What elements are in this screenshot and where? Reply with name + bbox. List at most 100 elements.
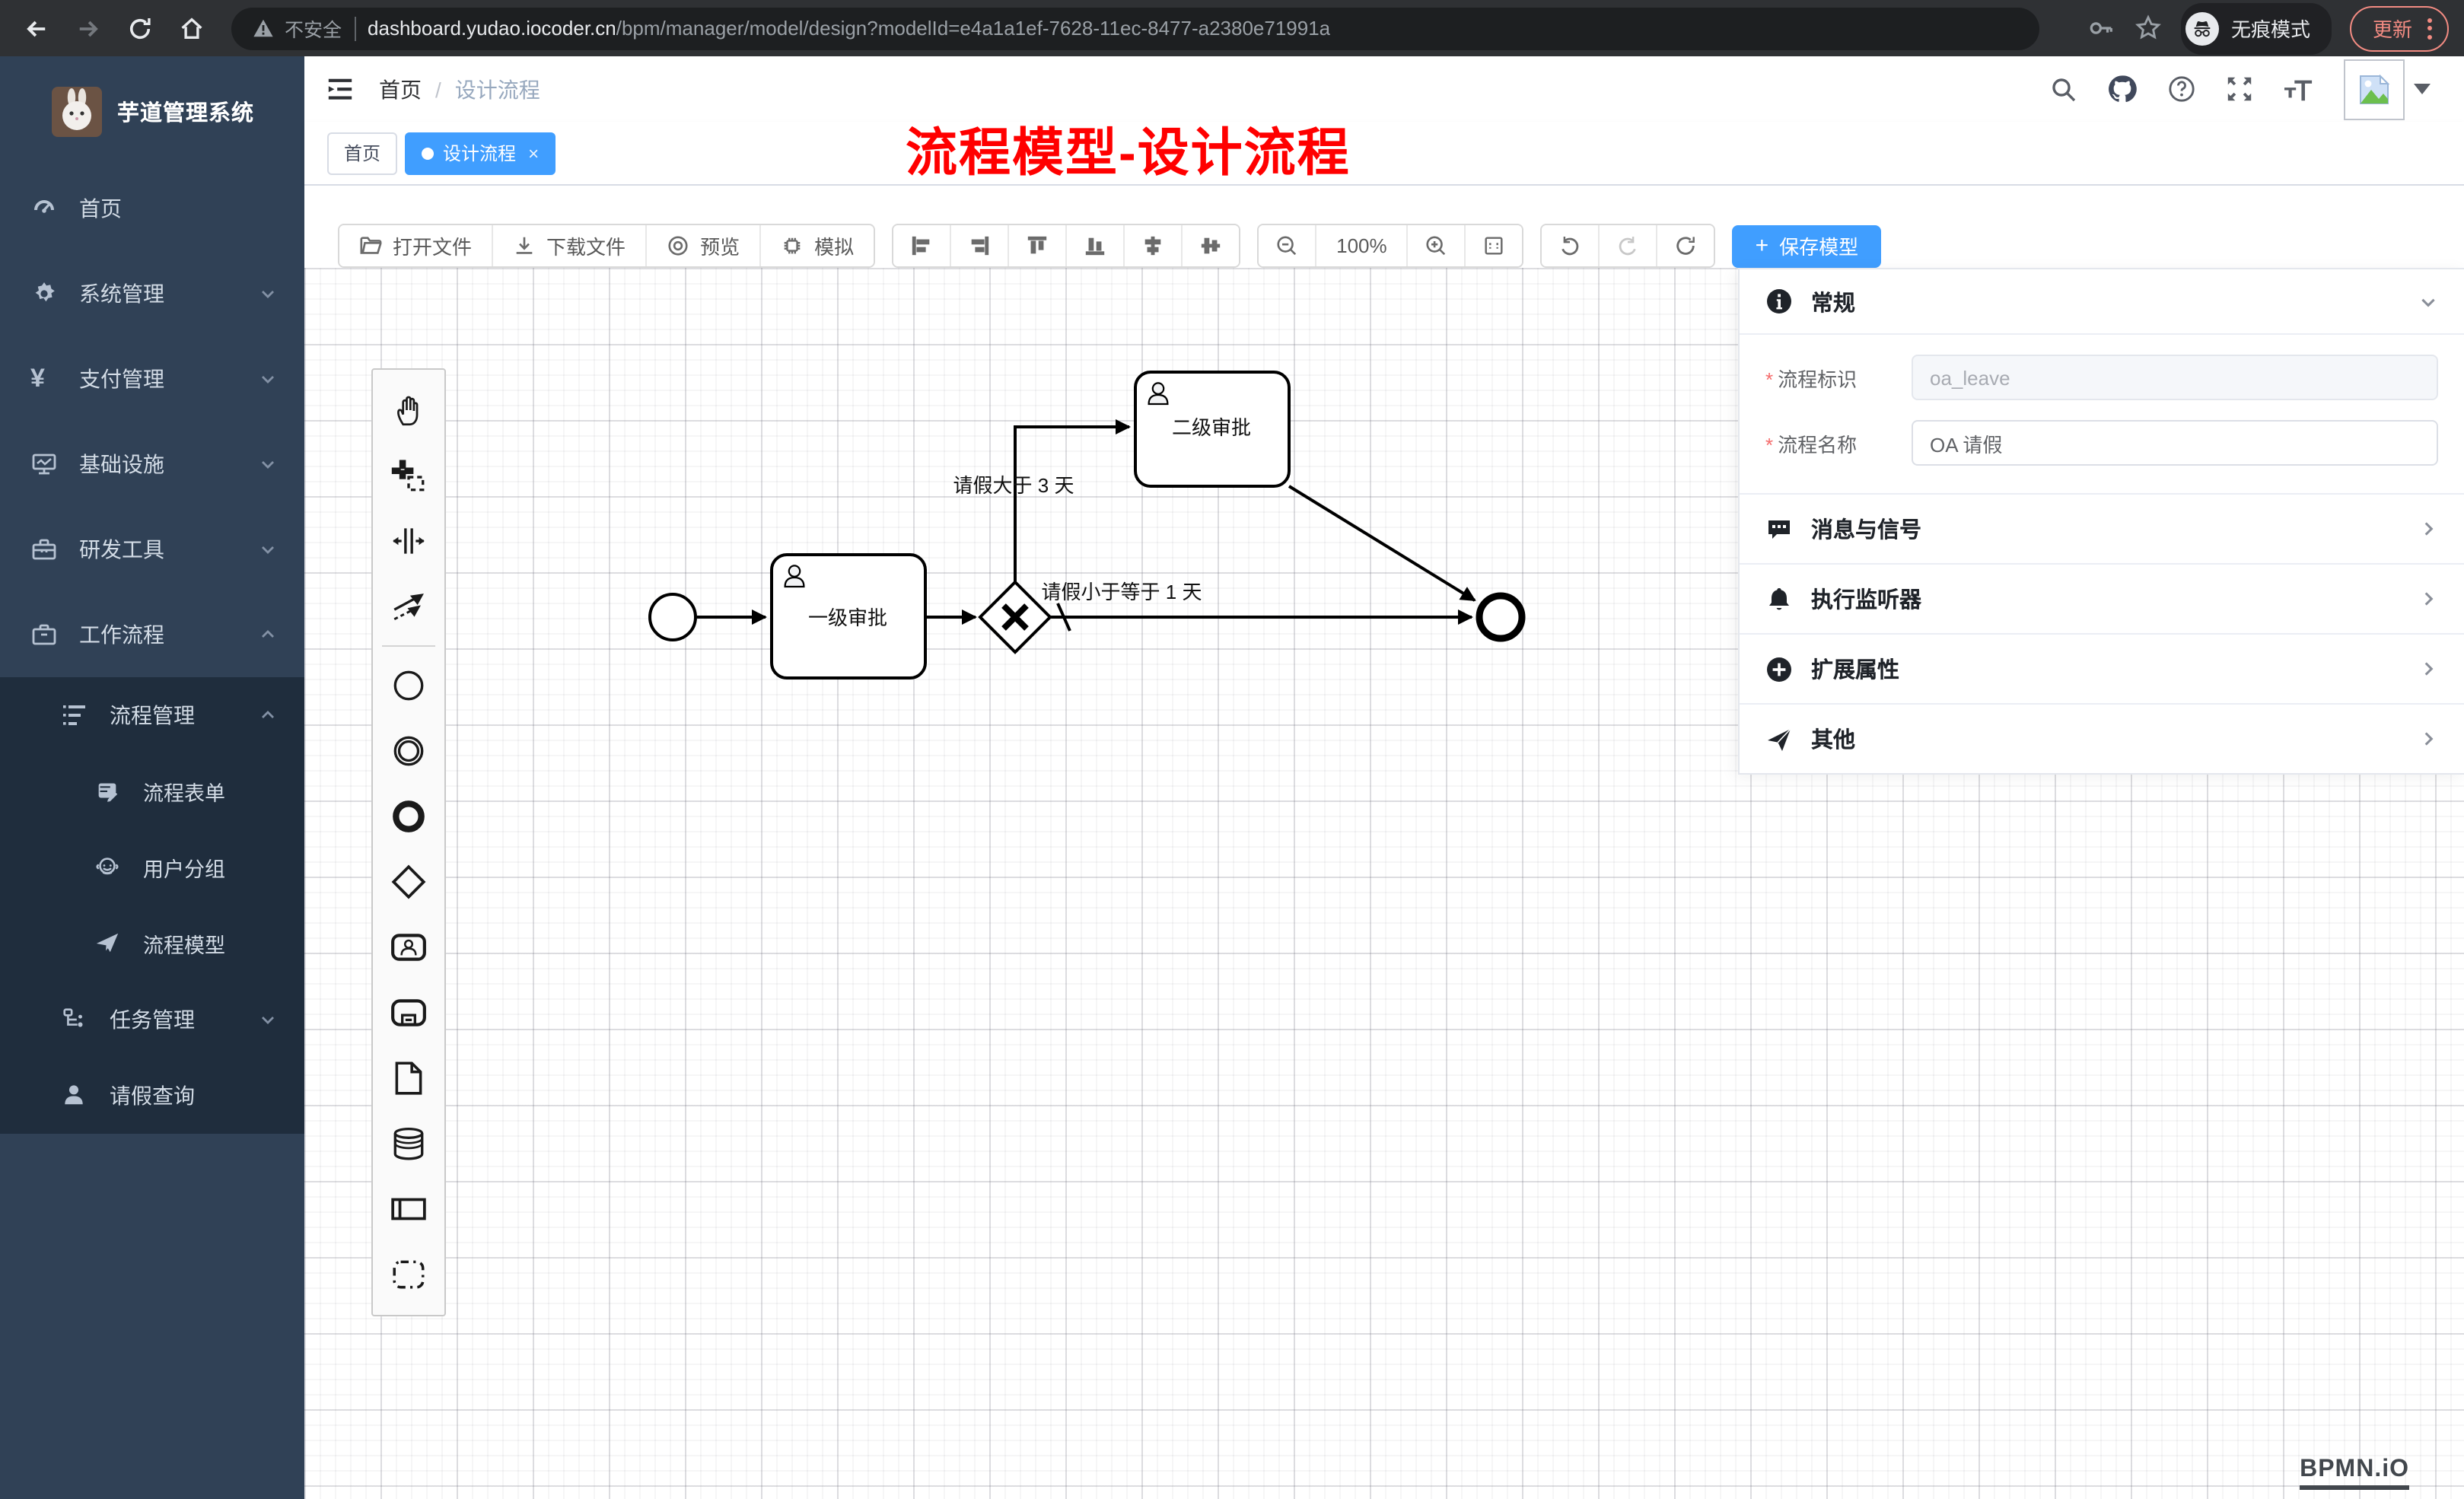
create-intermediate-event[interactable] [373,718,444,784]
end-event[interactable] [1479,596,1522,638]
process-name-label: *流程名称 [1765,428,1912,457]
align-vertical-center-button[interactable] [1125,225,1183,266]
fullscreen-icon[interactable] [2225,75,2254,103]
sidebar-item-system[interactable]: 系统管理 [0,251,304,336]
process-key-input[interactable]: oa_leave [1912,355,2438,400]
reload-icon[interactable] [119,7,161,49]
create-subprocess[interactable] [373,980,444,1045]
create-user-task[interactable] [373,915,444,980]
download-file-button[interactable]: 下载文件 [493,225,647,266]
zoom-out-icon [1275,234,1298,257]
create-data-object[interactable] [373,1045,444,1111]
align-bottom-icon [1084,234,1106,257]
sidebar-item-leave-query[interactable]: 请假查询 [0,1058,304,1134]
font-size-icon[interactable] [2283,75,2315,103]
flow-task2-to-end[interactable] [1289,486,1475,600]
panel-section-extended[interactable]: 扩展属性 [1740,633,2464,703]
hand-tool[interactable] [373,377,444,443]
sidebar-item-workflow[interactable]: 工作流程 [0,592,304,677]
chevron-down-icon [259,370,277,388]
create-end-event[interactable] [373,784,444,849]
preview-button[interactable]: 预览 [647,225,761,266]
process-key-label: *流程标识 [1765,363,1912,392]
create-data-store[interactable] [373,1111,444,1176]
bookmark-star-icon[interactable] [2134,14,2163,43]
create-group[interactable] [373,1242,444,1307]
bpmn-io-logo[interactable]: BPMN.iO [2300,1456,2409,1490]
align-top-button[interactable] [1009,225,1067,266]
panel-section-title: 常规 [1811,285,2400,317]
panel-section-listeners[interactable]: 执行监听器 [1740,563,2464,633]
flow-gateway-to-task2[interactable] [1015,427,1129,584]
sidebar-item-infra[interactable]: 基础设施 [0,422,304,507]
sidebar-item-label: 任务管理 [110,1004,259,1035]
sidebar-item-payment[interactable]: ¥ 支付管理 [0,336,304,422]
tab-home[interactable]: 首页 [327,132,397,174]
lasso-tool[interactable] [373,443,444,508]
tab-close-icon[interactable]: × [528,142,539,164]
browser-menu-icon[interactable] [2427,18,2432,39]
create-start-event[interactable] [373,653,444,718]
sidebar-item-process-form[interactable]: 流程表单 [0,753,304,829]
address-bar[interactable]: 不安全 dashboard.yudao.iocoder.cn/bpm/manag… [231,7,2039,49]
undo-button[interactable] [1542,225,1600,266]
plus-circle-icon [1765,655,1793,683]
zoom-out-button[interactable] [1259,225,1316,266]
align-right-button[interactable] [951,225,1009,266]
global-connect-tool[interactable] [373,574,444,639]
start-event[interactable] [650,594,696,640]
sidebar-item-user-group[interactable]: 用户分组 [0,829,304,905]
app-logo-row[interactable]: 芋道管理系统 [0,56,304,166]
sidebar-item-task-mgmt[interactable]: 任务管理 [0,982,304,1058]
align-left-button[interactable] [893,225,951,266]
chevron-down-icon [259,1010,277,1029]
incognito-label: 无痕模式 [2231,14,2310,43]
broken-image-icon [2357,72,2391,106]
create-gateway[interactable] [373,849,444,915]
panel-section-messages[interactable]: 消息与信号 [1740,493,2464,563]
panel-section-general[interactable]: 常规 [1740,269,2464,333]
align-bottom-button[interactable] [1067,225,1125,266]
breadcrumb-home[interactable]: 首页 [379,74,422,104]
flow-label-gt3[interactable]: 请假大于 3 天 [953,474,1074,497]
tab-design-process[interactable]: 设计流程 × [405,132,556,174]
restart-button[interactable] [1658,225,1714,266]
forward-icon[interactable] [67,7,110,49]
key-icon[interactable] [2087,14,2115,43]
sidebar-item-process-model[interactable]: 流程模型 [0,905,304,982]
create-participant[interactable] [373,1176,444,1242]
home-icon[interactable] [170,7,213,49]
search-icon[interactable] [2050,75,2077,103]
sidebar-item-label: 基础设施 [79,449,259,479]
avatar[interactable] [2344,59,2405,119]
back-icon[interactable] [15,7,58,49]
redo-button[interactable] [1600,225,1658,266]
sidebar-item-devtools[interactable]: 研发工具 [0,507,304,592]
panel-section-other[interactable]: 其他 [1740,703,2464,773]
avatar-caret-icon[interactable] [2414,83,2431,95]
process-name-input[interactable]: OA 请假 [1912,420,2438,466]
send-icon [1765,725,1793,753]
space-tool[interactable] [373,508,444,574]
open-file-button[interactable]: 打开文件 [339,225,493,266]
chevron-right-icon [2418,519,2438,539]
url-host: dashboard.yudao.iocoder.cn [368,17,616,40]
save-model-button[interactable]: + 保存模型 [1733,224,1882,267]
sidebar-item-process-mgmt[interactable]: 流程管理 [0,677,304,753]
fit-viewport-button[interactable] [1466,225,1523,266]
sidebar-item-label: 首页 [79,193,304,224]
simulate-button[interactable]: 模拟 [761,225,874,266]
security-indicator[interactable]: 不安全 [253,14,342,43]
exclusive-gateway[interactable] [980,582,1050,652]
github-icon[interactable] [2106,73,2138,105]
help-icon[interactable] [2167,75,2196,103]
update-button[interactable]: 更新 [2350,5,2449,51]
sidebar-collapse-icon[interactable] [326,75,355,103]
url-text[interactable]: dashboard.yudao.iocoder.cn/bpm/manager/m… [368,17,1330,40]
download-icon [513,234,536,257]
sidebar-item-home[interactable]: 首页 [0,166,304,251]
active-dot [422,147,434,159]
flow-label-le1[interactable]: 请假小于等于 1 天 [1042,581,1202,603]
align-horizontal-center-button[interactable] [1183,225,1239,266]
zoom-in-button[interactable] [1409,225,1466,266]
